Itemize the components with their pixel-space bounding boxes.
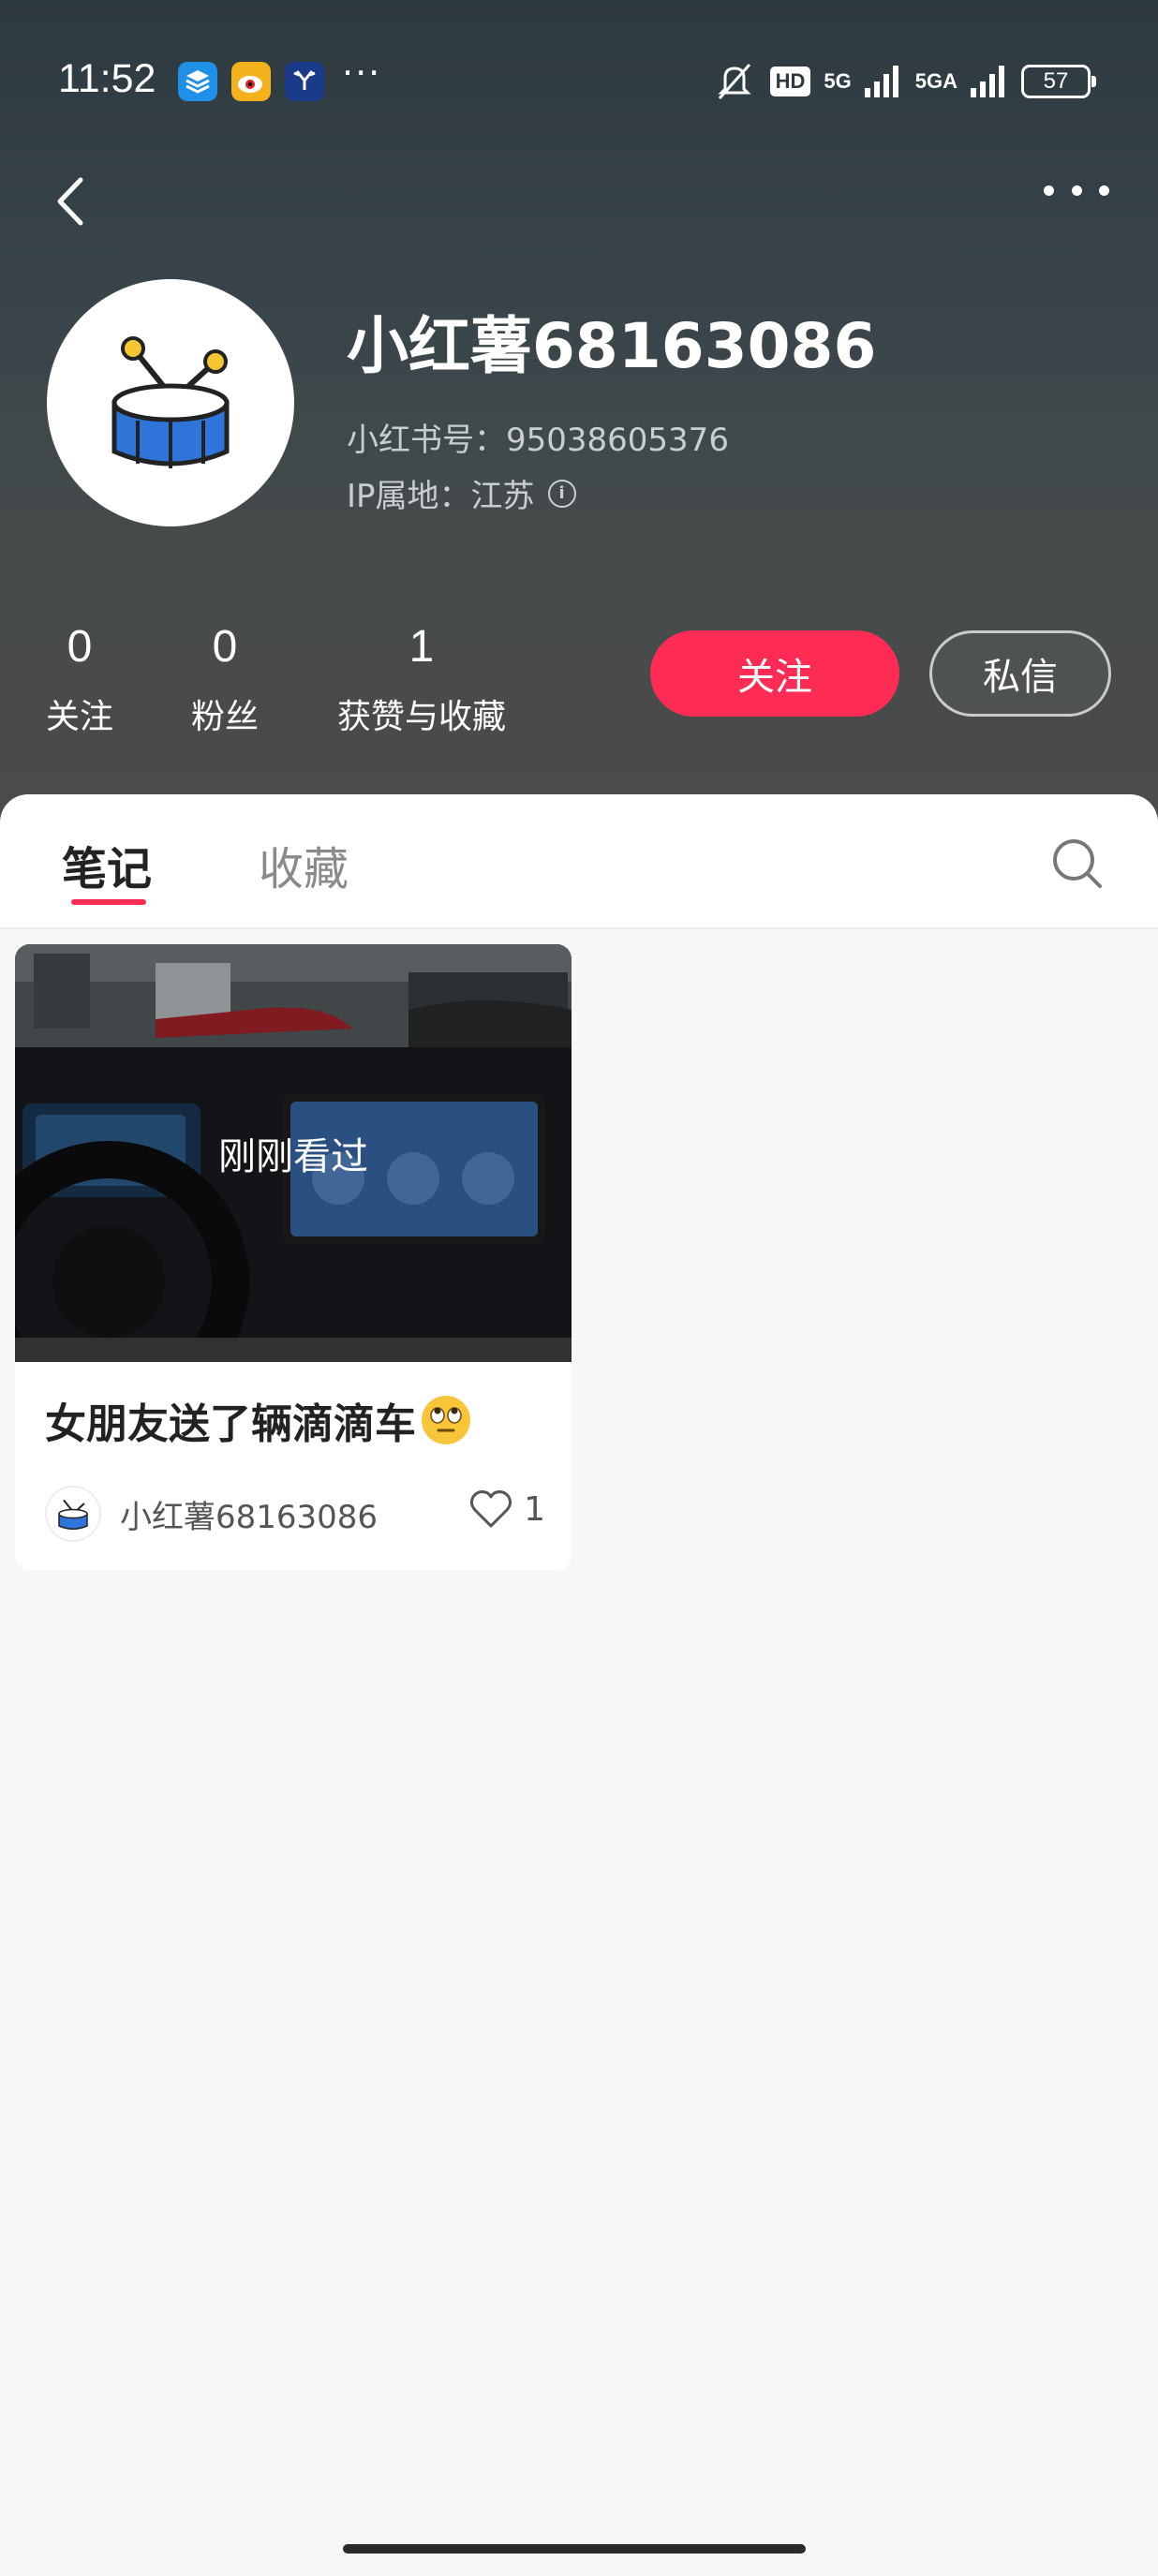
stat-label: 粉丝: [190, 698, 259, 736]
weibo-icon: [231, 62, 271, 101]
tab-collections[interactable]: 收藏: [259, 832, 349, 897]
network-5ga-label: 5GA: [914, 69, 958, 93]
mute-icon: [717, 64, 751, 99]
home-indicator[interactable]: [343, 2544, 806, 2554]
stat-followers[interactable]: 0 粉丝: [183, 614, 267, 738]
dot-icon: [1044, 185, 1054, 196]
battery-icon: 57: [1021, 65, 1096, 98]
profile-red-id: 小红书号：95038605376: [347, 422, 729, 459]
recently-viewed-overlay: 刚刚看过: [15, 944, 572, 1362]
note-title-text: 女朋友送了辆滴滴车: [45, 1400, 416, 1448]
search-icon: [1053, 839, 1102, 888]
signal-icon-2: [971, 66, 1004, 97]
heart-icon: [470, 1490, 512, 1528]
signal-icon: [864, 66, 898, 97]
active-tab-indicator: [71, 899, 146, 905]
stat-label: 关注: [45, 698, 113, 736]
app-notification-icon: [178, 62, 217, 101]
content-tabs: 笔记 收藏: [0, 794, 1158, 929]
follow-button[interactable]: 关注: [650, 630, 899, 717]
more-notifications-icon: ···: [342, 52, 382, 94]
note-cover-image[interactable]: 刚刚看过: [15, 944, 572, 1362]
chevron-left-icon: [57, 177, 83, 226]
author-avatar[interactable]: [45, 1486, 101, 1542]
drum-icon: [111, 336, 230, 468]
eye-roll-emoji-icon: [422, 1396, 470, 1444]
system-icons: HD 5G 5GA 57: [712, 60, 1096, 103]
stat-value: 1: [408, 622, 435, 672]
note-card[interactable]: 刚刚看过 女朋友送了辆滴滴车 小红薯68163086 1: [15, 944, 572, 1570]
back-button[interactable]: [49, 169, 94, 234]
like-count: 1: [524, 1489, 545, 1529]
profile-avatar[interactable]: [47, 279, 294, 526]
stat-likes-and-collects[interactable]: 1 获赞与收藏: [330, 614, 513, 738]
note-title: 女朋友送了辆滴滴车: [45, 1390, 470, 1450]
ip-location-text: IP属地：江苏: [347, 478, 535, 515]
status-time: 11:52: [58, 56, 156, 101]
drum-icon: [58, 1499, 88, 1530]
hd-badge: HD: [769, 67, 811, 96]
dot-icon: [1099, 185, 1109, 196]
author-name: 小红薯68163086: [120, 1498, 379, 1536]
network-5g-label: 5G: [824, 69, 852, 93]
profile-username: 小红薯68163086: [347, 310, 877, 382]
profile-ip-location: IP属地：江苏 i: [347, 470, 576, 516]
stat-value: 0: [212, 622, 238, 672]
search-button[interactable]: [1049, 836, 1106, 892]
info-icon[interactable]: i: [547, 479, 576, 508]
note-author[interactable]: 小红薯68163086: [45, 1486, 378, 1542]
stat-label: 获赞与收藏: [336, 698, 506, 736]
like-button[interactable]: 1: [469, 1489, 545, 1529]
message-button[interactable]: 私信: [929, 630, 1111, 717]
status-bar: 11:52 ··· HD 5G 5GA 57: [0, 52, 1158, 109]
more-options-button[interactable]: [1044, 178, 1109, 202]
stat-value: 0: [67, 622, 93, 672]
dot-icon: [1071, 185, 1082, 196]
profile-header: 11:52 ··· HD 5G 5GA 57 小红薯68163086 小红书号：…: [0, 0, 1158, 824]
stat-following[interactable]: 0 关注: [37, 614, 122, 738]
tab-notes[interactable]: 笔记: [62, 832, 152, 897]
deer-app-icon: [285, 62, 324, 101]
